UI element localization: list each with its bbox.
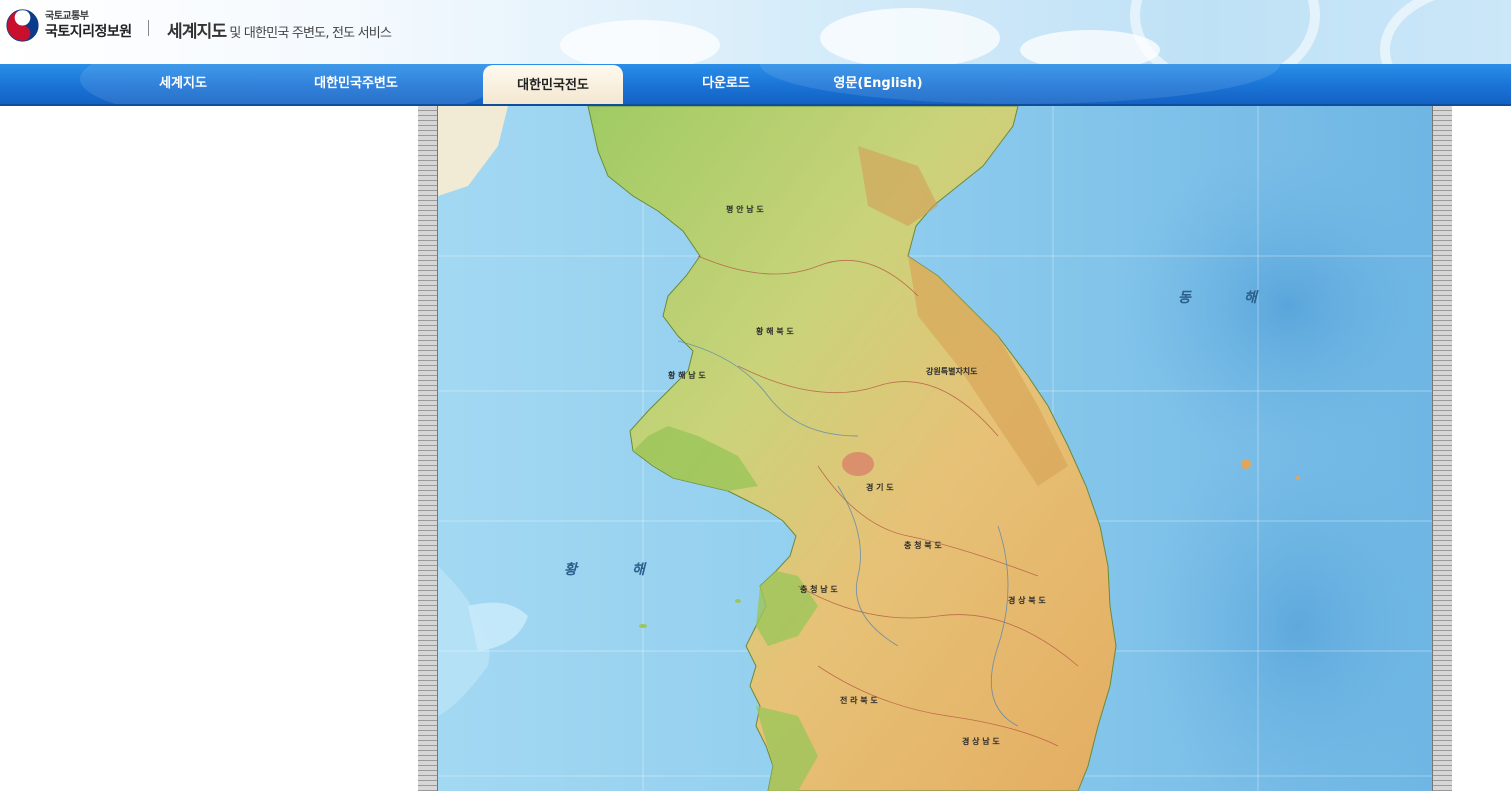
main-navigation: 세계지도 대한민국주변도 대한민국전도 다운로드 영문(English) bbox=[0, 64, 1511, 106]
taegeuk-emblem-icon bbox=[6, 9, 39, 42]
east-sea-label-1: 동 bbox=[1178, 290, 1192, 306]
yellow-sea-label-2: 해 bbox=[632, 562, 647, 578]
region-label: 평 안 남 도 bbox=[726, 204, 764, 214]
region-label: 전 라 북 도 bbox=[840, 695, 878, 705]
region-label: 황 해 남 도 bbox=[668, 370, 706, 380]
nav-item-download[interactable]: 다운로드 bbox=[676, 64, 776, 104]
region-label: 경 상 북 도 bbox=[1008, 595, 1046, 605]
site-header: 국토교통부 국토지리정보원 세계지도 및 대한민국 주변도, 전도 서비스 bbox=[0, 0, 1511, 64]
region-label: 경 기 도 bbox=[866, 482, 894, 492]
nav-item-korea-full-map[interactable]: 대한민국전도 bbox=[483, 65, 623, 104]
korea-map-graphic: 동 해 황 해 평 안 남 도 황 해 북 도 황 해 남 도 강원특별자치도 … bbox=[438, 106, 1432, 791]
nav-item-english[interactable]: 영문(English) bbox=[822, 64, 934, 104]
map-frame-border-right bbox=[1432, 106, 1452, 791]
region-label: 경 상 남 도 bbox=[962, 736, 1000, 746]
yellow-sea-label-1: 황 bbox=[564, 562, 579, 578]
site-title: 세계지도 및 대한민국 주변도, 전도 서비스 bbox=[167, 17, 392, 42]
header-cloud-decoration bbox=[820, 8, 1000, 64]
region-label: 충 청 남 도 bbox=[800, 584, 838, 594]
nav-item-korea-surrounding-map[interactable]: 대한민국주변도 bbox=[296, 64, 416, 104]
header-cloud-decoration bbox=[560, 20, 720, 64]
region-label: 황 해 북 도 bbox=[756, 326, 794, 336]
agency-name: 국토지리정보원 bbox=[45, 24, 132, 40]
ulleungdo-island bbox=[1241, 459, 1251, 469]
ministry-name: 국토교통부 bbox=[45, 11, 89, 22]
korea-map-image[interactable]: 동 해 황 해 평 안 남 도 황 해 북 도 황 해 남 도 강원특별자치도 … bbox=[418, 106, 1452, 791]
region-label: 충 청 북 도 bbox=[904, 540, 942, 550]
site-title-main: 세계지도 bbox=[167, 22, 227, 42]
nav-item-world-map[interactable]: 세계지도 bbox=[133, 64, 233, 104]
site-title-sub: 및 대한민국 주변도, 전도 서비스 bbox=[229, 26, 392, 41]
header-swirl-decoration bbox=[1130, 0, 1320, 64]
header-swirl-decoration bbox=[1380, 0, 1511, 64]
region-label: 강원특별자치도 bbox=[926, 366, 978, 376]
header-divider bbox=[148, 20, 149, 36]
map-frame-border-left bbox=[418, 106, 438, 791]
agency-logo[interactable]: 국토교통부 국토지리정보원 bbox=[6, 9, 132, 42]
east-sea-label-2: 해 bbox=[1244, 290, 1259, 306]
